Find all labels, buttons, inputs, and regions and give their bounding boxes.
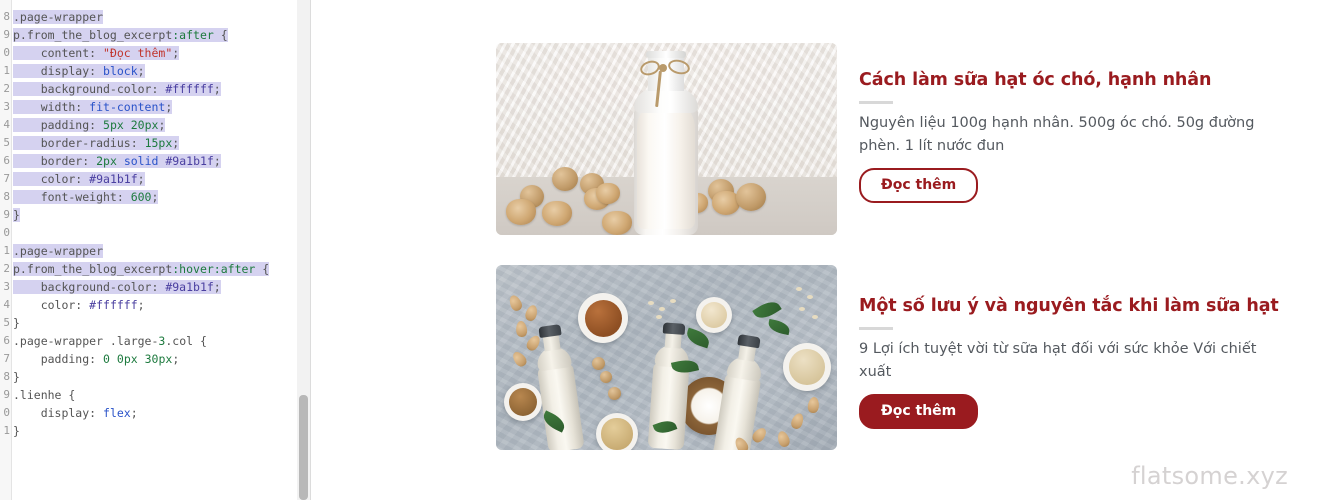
editor-scrollbar-thumb[interactable] xyxy=(299,395,308,500)
line-number: 9 xyxy=(3,208,10,221)
line-number: 3 xyxy=(3,280,10,293)
code-line[interactable]: padding: 5px 20px; xyxy=(13,116,297,134)
line-number: 4 xyxy=(3,298,10,311)
code-line[interactable] xyxy=(13,224,297,242)
oat-flake xyxy=(812,315,818,319)
oat-flake xyxy=(807,295,813,299)
post-text-block: Cách làm sữa hạt óc chó, hạnh nhân Nguyê… xyxy=(859,43,1299,235)
blog-post-item: Một số lưu ý và nguyên tắc khi làm sữa h… xyxy=(496,265,1299,450)
line-number: 7 xyxy=(3,352,10,365)
code-line[interactable]: .lienhe { xyxy=(13,386,297,404)
code-line[interactable]: } xyxy=(13,422,297,440)
code-line[interactable]: } xyxy=(13,368,297,386)
post-title[interactable]: Một số lưu ý và nguyên tắc khi làm sữa h… xyxy=(859,295,1299,318)
oat-flake xyxy=(799,307,805,311)
title-divider xyxy=(859,100,893,104)
code-line[interactable]: content: "Đọc thêm"; xyxy=(13,44,297,62)
line-number: 2 xyxy=(3,262,10,275)
walnut-half xyxy=(542,201,572,226)
oat-flake xyxy=(670,299,676,303)
site-watermark: flatsome.xyz xyxy=(1131,462,1288,490)
screenshot-root: 890123456789012345678901 .page-wrapper p.… xyxy=(0,0,1320,500)
milk-bottle xyxy=(628,51,704,235)
line-number: 2 xyxy=(3,82,10,95)
line-number: 0 xyxy=(3,46,10,59)
post-excerpt: 9 Lợi ích tuyệt vời từ sữa hạt đối với s… xyxy=(859,340,1257,381)
code-line[interactable]: color: #9a1b1f; xyxy=(13,170,297,188)
code-line[interactable]: .page-wrapper .large-3.col { xyxy=(13,332,297,350)
code-line[interactable]: color: #ffffff; xyxy=(13,296,297,314)
code-line[interactable]: display: flex; xyxy=(13,404,297,422)
hazelnut xyxy=(592,357,605,370)
blog-post-item: Cách làm sữa hạt óc chó, hạnh nhân Nguyê… xyxy=(496,43,1299,235)
post-excerpt: Nguyên liệu 100g hạnh nhân. 500g óc chó.… xyxy=(859,114,1255,155)
code-line[interactable]: border-radius: 15px; xyxy=(13,134,297,152)
code-line[interactable]: background-color: #9a1b1f; xyxy=(13,278,297,296)
line-number: 8 xyxy=(3,370,10,383)
line-number: 9 xyxy=(3,28,10,41)
oat-flake xyxy=(659,307,665,311)
line-number: 4 xyxy=(3,118,10,131)
bottle-lip xyxy=(646,51,686,58)
code-line[interactable]: width: fit-content; xyxy=(13,98,297,116)
line-number: 1 xyxy=(3,64,10,77)
post-title[interactable]: Cách làm sữa hạt óc chó, hạnh nhân xyxy=(859,69,1299,92)
hazelnut xyxy=(600,371,612,383)
line-number: 6 xyxy=(3,334,10,347)
line-number: 7 xyxy=(3,172,10,185)
line-number: 5 xyxy=(3,316,10,329)
line-number: 8 xyxy=(3,190,10,203)
code-line[interactable]: } xyxy=(13,314,297,332)
walnut-half xyxy=(506,199,536,225)
bottle-milk xyxy=(637,99,695,229)
code-line[interactable]: background-color: #ffffff; xyxy=(13,80,297,98)
post-thumbnail-walnut-milk[interactable] xyxy=(496,43,837,235)
code-line[interactable]: .page-wrapper xyxy=(13,8,297,26)
line-number: 5 xyxy=(3,136,10,149)
title-divider xyxy=(859,326,893,330)
code-line[interactable]: display: block; xyxy=(13,62,297,80)
bowl-buckwheat xyxy=(504,383,542,421)
walnut-half xyxy=(596,183,620,204)
line-number-list: 8 9 0 1 2 3 4 5 6 7 8 9 0 1 2 3 4 5 6 7 8 9 0 1 xyxy=(0,0,11,440)
oat-flake xyxy=(656,315,662,319)
line-number: 1 xyxy=(3,424,10,437)
editor-scrollbar-track[interactable] xyxy=(297,0,311,500)
line-number: 6 xyxy=(3,154,10,167)
code-line[interactable]: p.from_the_blog_excerpt:hover:after { xyxy=(13,260,297,278)
code-line[interactable]: border: 2px solid #9a1b1f; xyxy=(13,152,297,170)
code-content[interactable]: .page-wrapper p.from_the_blog_excerpt:aft… xyxy=(13,0,297,440)
code-line[interactable]: p.from_the_blog_excerpt:after { xyxy=(13,26,297,44)
bowl-hazelnut xyxy=(578,293,628,343)
twine-bow xyxy=(638,57,692,108)
bowl-rice xyxy=(696,297,732,333)
line-number: 8 xyxy=(3,10,10,23)
blog-preview-area: Cách làm sữa hạt óc chó, hạnh nhân Nguyê… xyxy=(312,0,1320,500)
line-number: 3 xyxy=(3,100,10,113)
code-line[interactable]: } xyxy=(13,206,297,224)
read-more-button[interactable]: Đọc thêm xyxy=(859,167,979,203)
post-thumbnail-nut-milks[interactable] xyxy=(496,265,837,450)
walnut xyxy=(736,183,766,211)
code-line[interactable]: font-weight: 600; xyxy=(13,188,297,206)
read-more-button[interactable]: Đọc thêm xyxy=(859,393,979,429)
line-number: 0 xyxy=(3,226,10,239)
line-number: 0 xyxy=(3,406,10,419)
line-number-gutter: 8 9 0 1 2 3 4 5 6 7 8 9 0 1 2 3 4 5 6 7 8 9 0 1 xyxy=(0,0,12,500)
bowl-chickpea xyxy=(596,413,638,450)
hazelnut xyxy=(608,387,621,400)
oat-flake xyxy=(796,287,802,291)
code-line[interactable]: .page-wrapper xyxy=(13,242,297,260)
post-text-block: Một số lưu ý và nguyên tắc khi làm sữa h… xyxy=(859,265,1299,450)
code-line[interactable]: padding: 0 0px 30px; xyxy=(13,350,297,368)
line-number: 9 xyxy=(3,388,10,401)
bowl-oats xyxy=(783,343,831,391)
walnut xyxy=(552,167,578,191)
line-number: 1 xyxy=(3,244,10,257)
code-editor-panel[interactable]: 890123456789012345678901 .page-wrapper p.… xyxy=(0,0,297,500)
oat-flake xyxy=(648,301,654,305)
